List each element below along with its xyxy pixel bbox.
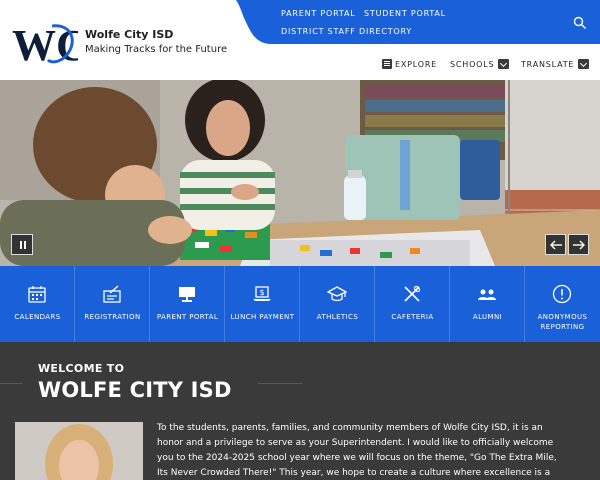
utensils-icon [404, 285, 421, 302]
mortarboard-icon [327, 286, 347, 302]
alert-icon [552, 284, 572, 304]
menu-icon [382, 59, 392, 69]
calendar-icon [28, 286, 46, 303]
chevron-down-icon [578, 59, 590, 69]
welcome-message: To the students, parents, families, and … [157, 423, 557, 478]
district-logo[interactable]: WC [12, 20, 88, 70]
nav-translate-label: TRANSLATE [521, 59, 575, 69]
svg-text:$: $ [259, 288, 264, 297]
quick-link-label: REGISTRATION [84, 313, 141, 321]
quick-link-registration[interactable]: REGISTRATION [75, 266, 150, 342]
nav-translate[interactable]: TRANSLATE [521, 57, 590, 71]
search-icon[interactable] [573, 15, 587, 30]
slider-next-button[interactable] [568, 234, 589, 255]
quick-link-anonymous-reporting[interactable]: ANONYMOUS REPORTING [525, 266, 600, 342]
quick-link-label: LUNCH PAYMENT [230, 313, 295, 321]
welcome-kicker: WELCOME TO [38, 362, 125, 375]
site-tagline: Making Tracks for the Future [85, 44, 228, 55]
hero-slider [0, 80, 600, 266]
hero-photo [0, 80, 600, 266]
nav-schools-label: SCHOOLS [450, 59, 495, 69]
slider-prev-button[interactable] [545, 234, 566, 255]
site-name[interactable]: Wolfe City ISD [85, 28, 173, 41]
quick-link-label: PARENT PORTAL [156, 313, 219, 321]
quick-links-bar: CALENDARS REGISTRATION PARENT PORTAL $ L… [0, 266, 600, 342]
top-link-student-portal[interactable]: STUDENT PORTAL [364, 9, 446, 18]
welcome-title: WOLFE CITY ISD [38, 378, 232, 402]
arrow-left-icon [550, 240, 562, 250]
quick-link-label: CAFETERIA [391, 313, 434, 321]
quick-link-cafeteria[interactable]: CAFETERIA [375, 266, 450, 342]
monitor-icon [179, 287, 195, 302]
quick-link-label: CALENDARS [14, 313, 61, 321]
chevron-down-icon [498, 59, 510, 69]
title-rule-right [258, 383, 302, 384]
quick-link-parent-portal[interactable]: PARENT PORTAL [150, 266, 225, 342]
quick-link-label: ALUMNI [472, 313, 503, 321]
quick-link-athletics[interactable]: ATHLETICS [300, 266, 375, 342]
nav-explore-label: EXPLORE [395, 59, 438, 69]
quick-link-label: ATHLETICS [316, 313, 359, 321]
quick-link-alumni[interactable]: ALUMNI [450, 266, 525, 342]
quick-link-calendars[interactable]: CALENDARS [0, 266, 75, 342]
site-header: WC Wolfe City ISD Making Tracks for the … [0, 0, 600, 80]
laptop-dollar-icon: $ [253, 286, 271, 301]
quick-link-lunch-payment[interactable]: $ LUNCH PAYMENT [225, 266, 300, 342]
top-link-parent-portal[interactable]: PARENT PORTAL [281, 9, 356, 18]
nav-explore[interactable]: EXPLORE [382, 57, 437, 71]
clipboard-icon [103, 285, 121, 303]
title-rule-left [0, 383, 22, 384]
quick-link-label: ANONYMOUS REPORTING [537, 313, 588, 331]
arrow-right-icon [573, 240, 585, 250]
welcome-section: WELCOME TO WOLFE CITY ISD To the student… [0, 342, 600, 480]
utility-bar: PARENT PORTAL STUDENT PORTAL DISTRICT ST… [236, 0, 600, 44]
superintendent-photo [15, 422, 143, 480]
nav-schools[interactable]: SCHOOLS [450, 57, 510, 71]
top-link-staff-directory[interactable]: DISTRICT STAFF DIRECTORY [281, 27, 412, 36]
people-icon [478, 289, 496, 300]
slider-pause-button[interactable] [11, 234, 33, 255]
